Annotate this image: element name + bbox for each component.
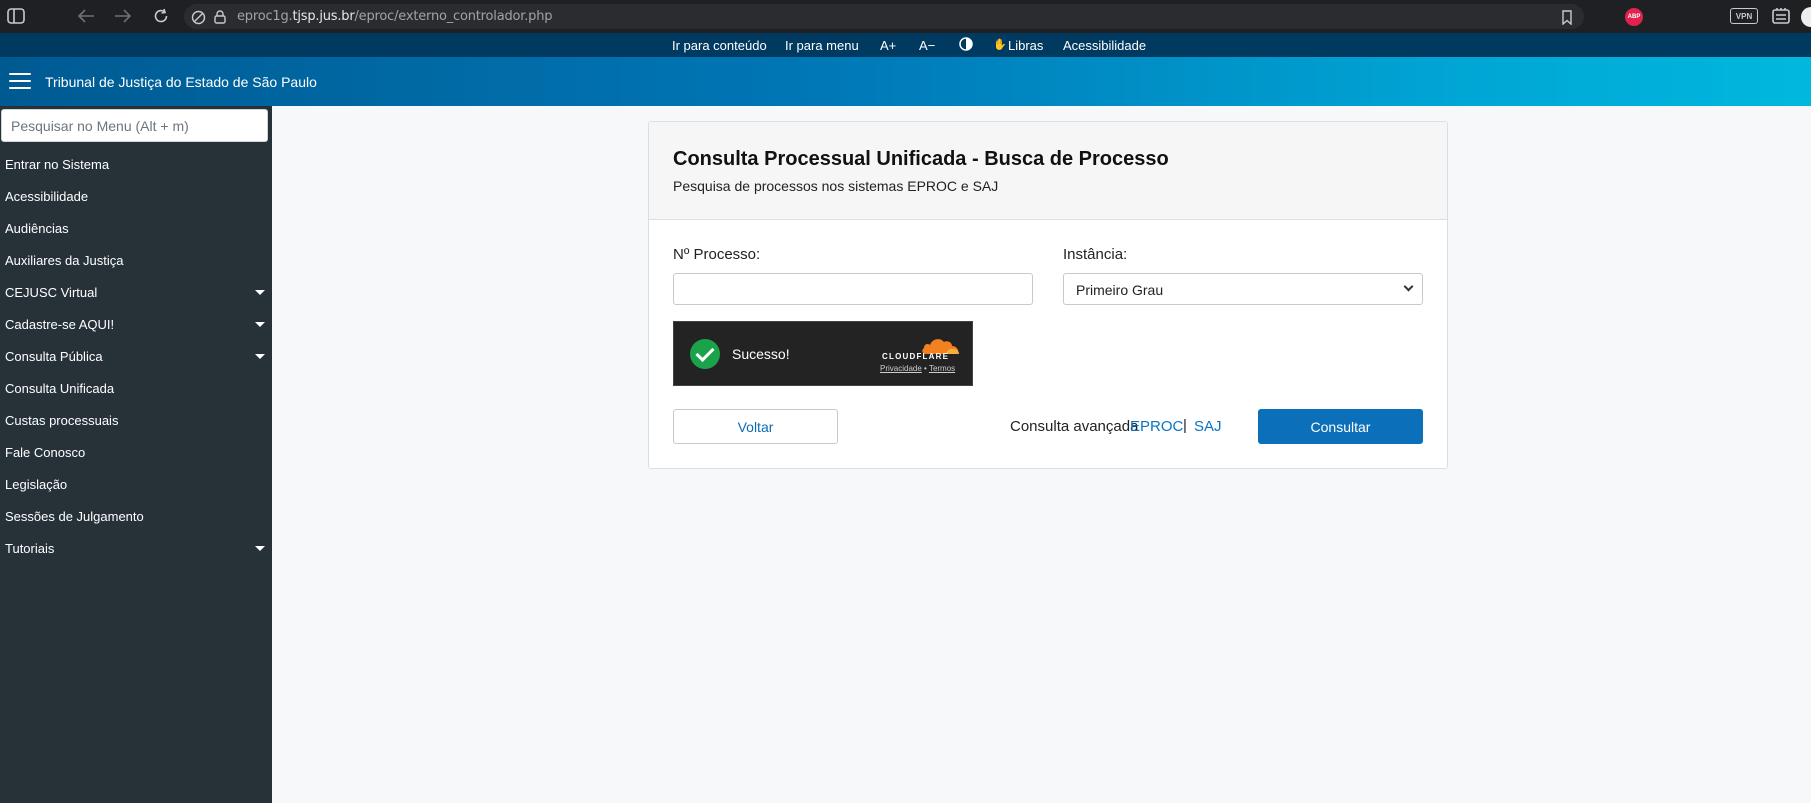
sidebar-item-cejusc-virtual[interactable]: CEJUSC Virtual — [0, 279, 272, 307]
font-decrease-button[interactable]: A− — [919, 38, 935, 53]
site-settings-icon[interactable] — [188, 7, 208, 27]
url-text[interactable]: eproc1g.tjsp.jus.br/eproc/externo_contro… — [237, 9, 553, 24]
site-header: Tribunal de Justiça do Estado de São Pau… — [0, 57, 1811, 106]
sidebar-item-label: Consulta Pública — [5, 349, 103, 364]
search-card: Consulta Processual Unificada - Busca de… — [648, 121, 1448, 469]
card-header: Consulta Processual Unificada - Busca de… — [649, 122, 1447, 220]
skip-to-menu-link[interactable]: Ir para menu — [785, 38, 859, 53]
wallet-icon[interactable] — [1771, 6, 1791, 26]
contrast-icon[interactable] — [959, 37, 973, 54]
cloudflare-brand: CLOUDFLARE — [882, 352, 950, 361]
sidebar-item-label: Sessões de Julgamento — [5, 509, 144, 524]
bookmark-icon[interactable] — [1557, 7, 1577, 27]
font-increase-button[interactable]: A+ — [880, 38, 896, 53]
sidebar-item-label: Tutoriais — [5, 541, 55, 556]
caret-down-icon — [255, 354, 265, 359]
sidebar-item-entrar-no-sistema[interactable]: Entrar no Sistema — [0, 151, 272, 179]
processo-number-input[interactable] — [673, 273, 1033, 305]
advanced-search-label: Consulta avançada — [1010, 418, 1139, 435]
sidebar-item-label: Cadastre-se AQUI! — [5, 317, 115, 332]
libras-link[interactable]: Libras — [1008, 38, 1043, 53]
chevron-down-icon — [1403, 281, 1414, 292]
caret-down-icon — [255, 546, 265, 551]
sidebar-item-label: Entrar no Sistema — [5, 157, 110, 172]
privacy-link[interactable]: Privacidade — [880, 364, 922, 373]
sidebar-item-label: Fale Conosco — [5, 445, 86, 460]
sidebar-item-label: CEJUSC Virtual — [5, 285, 98, 300]
sidebar-item-sessoes-de-julgamento[interactable]: Sessões de Julgamento — [0, 503, 272, 531]
vpn-icon[interactable]: VPN — [1730, 8, 1758, 24]
sidebar-toggle-icon[interactable] — [6, 6, 26, 26]
skip-to-content-link[interactable]: Ir para conteúdo — [672, 38, 767, 53]
sidebar-menu: Entrar no Sistema Acessibilidade Audiênc… — [0, 106, 272, 803]
back-button[interactable]: Voltar — [673, 409, 838, 444]
forward-arrow-icon[interactable] — [113, 6, 133, 26]
captcha-link-separator: • — [924, 364, 927, 373]
site-title: Tribunal de Justiça do Estado de São Pau… — [45, 74, 317, 90]
sidebar-item-label: Auxiliares da Justiça — [5, 253, 124, 268]
sidebar-item-label: Custas processuais — [5, 413, 119, 428]
adblock-icon[interactable]: ABP — [1625, 8, 1643, 26]
advanced-separator: | — [1183, 417, 1187, 434]
success-check-icon — [690, 339, 720, 369]
consultar-button[interactable]: Consultar — [1258, 409, 1423, 444]
instancia-selected-value: Primeiro Grau — [1076, 282, 1164, 298]
processo-label: Nº Processo: — [673, 246, 761, 263]
sidebar-item-label: Legislação — [5, 477, 68, 492]
sidebar-item-fale-conosco[interactable]: Fale Conosco — [0, 439, 272, 467]
sidebar-item-auxiliares-da-justica[interactable]: Auxiliares da Justiça — [0, 247, 272, 275]
browser-toolbar: eproc1g.tjsp.jus.br/eproc/externo_contro… — [0, 0, 1811, 33]
terms-link[interactable]: Termos — [929, 364, 955, 373]
sidebar-item-label: Audiências — [5, 221, 69, 236]
profile-avatar-icon[interactable] — [1801, 7, 1811, 27]
sidebar-item-legislacao[interactable]: Legislação — [0, 471, 272, 499]
sidebar-item-acessibilidade[interactable]: Acessibilidade — [0, 183, 272, 211]
sidebar-item-consulta-unificada[interactable]: Consulta Unificada — [0, 375, 272, 403]
sidebar-item-audiencias[interactable]: Audiências — [0, 215, 272, 243]
libras-hand-icon: ✋ — [993, 39, 1007, 51]
captcha-links: Privacidade • Termos — [880, 364, 955, 373]
instancia-label: Instância: — [1063, 246, 1128, 263]
cloudflare-captcha-widget[interactable]: Sucesso! CLOUDFLARE Privacidade • Termos — [673, 321, 973, 386]
hamburger-menu-icon[interactable] — [9, 73, 31, 90]
caret-down-icon — [255, 322, 265, 327]
advanced-eproc-link[interactable]: EPROC — [1130, 418, 1183, 435]
caret-down-icon — [255, 290, 265, 295]
lock-icon — [210, 7, 230, 27]
back-arrow-icon[interactable] — [76, 6, 96, 26]
sidebar-item-label: Consulta Unificada — [5, 381, 115, 396]
address-bar[interactable]: eproc1g.tjsp.jus.br/eproc/externo_contro… — [184, 4, 1584, 29]
menu-search-input[interactable] — [1, 109, 268, 142]
accessibility-bar: Ir para conteúdo Ir para menu A+ A− ✋ Li… — [0, 33, 1811, 57]
instancia-select[interactable]: Primeiro Grau — [1063, 273, 1423, 305]
page-title: Consulta Processual Unificada - Busca de… — [673, 148, 1169, 170]
sidebar-item-tutoriais[interactable]: Tutoriais — [0, 535, 272, 563]
captcha-status-text: Sucesso! — [732, 346, 790, 362]
page-subtitle: Pesquisa de processos nos sistemas EPROC… — [673, 178, 999, 194]
sidebar-item-label: Acessibilidade — [5, 189, 89, 204]
accessibility-link[interactable]: Acessibilidade — [1063, 38, 1146, 53]
advanced-saj-link[interactable]: SAJ — [1194, 418, 1222, 435]
reload-icon[interactable] — [151, 6, 171, 26]
sidebar-item-consulta-publica[interactable]: Consulta Pública — [0, 343, 272, 371]
sidebar-item-cadastre-se[interactable]: Cadastre-se AQUI! — [0, 311, 272, 339]
sidebar-item-custas-processuais[interactable]: Custas processuais — [0, 407, 272, 435]
